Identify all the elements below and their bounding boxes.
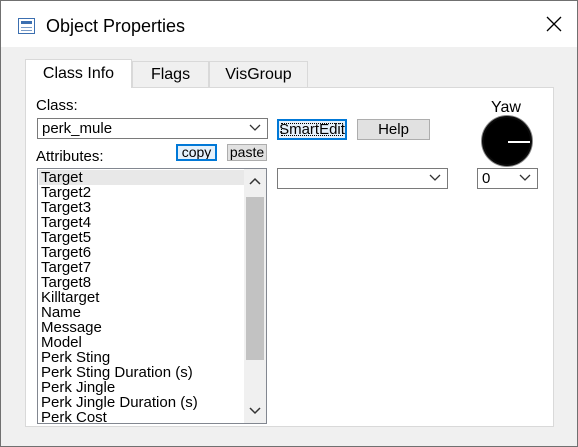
attribute-list-item[interactable]: Target7	[41, 260, 91, 275]
copy-button[interactable]: copy	[176, 144, 217, 161]
attribute-list-item[interactable]: Target5	[41, 230, 91, 245]
chevron-down-icon	[249, 124, 261, 131]
yaw-label: Yaw	[491, 99, 521, 116]
help-button[interactable]: Help	[357, 119, 430, 140]
scroll-down-button[interactable]	[244, 399, 266, 423]
yaw-value: 0	[482, 170, 491, 187]
attribute-list-item[interactable]: Target2	[41, 185, 91, 200]
yaw-needle	[508, 141, 530, 143]
attribute-value-select[interactable]	[277, 168, 448, 189]
title-bar: Object Properties	[1, 1, 577, 47]
chevron-down-icon	[249, 407, 261, 415]
close-button[interactable]	[531, 1, 577, 47]
attribute-list-item[interactable]: Perk Cost	[41, 410, 107, 423]
close-icon	[546, 16, 562, 32]
tab-flags[interactable]: Flags	[132, 61, 209, 87]
scroll-up-button[interactable]	[244, 169, 266, 193]
attribute-list-item[interactable]: Target8	[41, 275, 91, 290]
chevron-down-icon	[429, 174, 441, 181]
attribute-list-item[interactable]: Perk Sting	[41, 350, 110, 365]
class-label: Class:	[36, 97, 78, 114]
attribute-list-item[interactable]: Model	[41, 335, 82, 350]
paste-button[interactable]: paste	[227, 144, 267, 161]
chevron-up-icon	[249, 177, 261, 185]
class-select[interactable]: perk_mule	[37, 118, 268, 139]
attributes-scrollbar[interactable]	[244, 169, 266, 423]
attribute-list-item[interactable]: Perk Jingle	[41, 380, 115, 395]
attribute-list-item[interactable]: Name	[41, 305, 81, 320]
scroll-thumb[interactable]	[246, 197, 264, 360]
smartedit-label: SmartEdit	[279, 121, 345, 138]
object-properties-window: Object Properties Class Info Flags VisGr…	[0, 0, 578, 447]
yaw-dial[interactable]	[482, 116, 532, 166]
attribute-list-item[interactable]: Target4	[41, 215, 91, 230]
attribute-list-item[interactable]: Message	[41, 320, 102, 335]
attribute-list-item[interactable]: Perk Sting Duration (s)	[41, 365, 193, 380]
class-select-value: perk_mule	[42, 120, 113, 137]
attributes-list[interactable]: Target Target2 Target3 Target4 Target5 Target…	[37, 168, 267, 424]
attribute-list-item[interactable]: Target	[39, 170, 263, 185]
window-title: Object Properties	[46, 16, 186, 36]
chevron-down-icon	[519, 174, 531, 181]
tab-class-info[interactable]: Class Info	[25, 59, 132, 88]
attribute-list-item[interactable]: Killtarget	[41, 290, 99, 305]
class-info-panel: Class: perk_mule SmartEdit Help Attribut…	[25, 87, 554, 427]
attributes-label: Attributes:	[36, 148, 104, 165]
attribute-list-item[interactable]: Target3	[41, 200, 91, 215]
attribute-list-item[interactable]: Target6	[41, 245, 91, 260]
properties-window-icon	[18, 18, 35, 34]
yaw-select[interactable]: 0	[477, 168, 538, 189]
smartedit-button[interactable]: SmartEdit	[277, 119, 347, 140]
attribute-list-item[interactable]: Perk Jingle Duration (s)	[41, 395, 198, 410]
tab-visgroup[interactable]: VisGroup	[209, 61, 308, 87]
